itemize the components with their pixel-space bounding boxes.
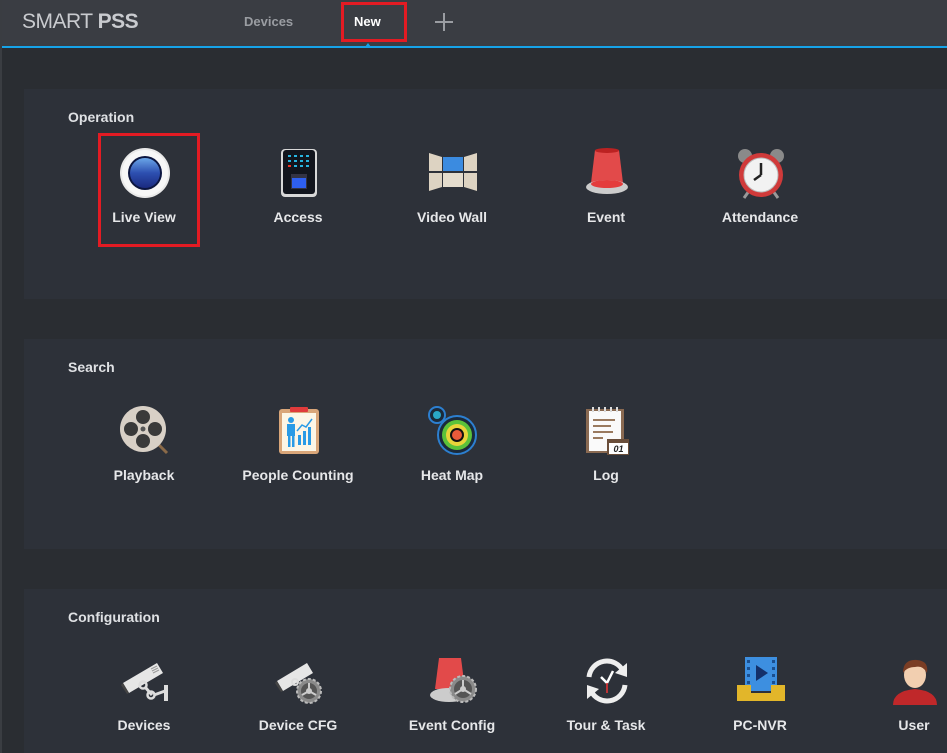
- tile-access[interactable]: Access: [228, 139, 368, 249]
- pc-nvr-icon: [737, 657, 785, 701]
- active-tab-caret: [365, 43, 371, 47]
- camera-gear-icon: [275, 663, 322, 704]
- section-title: Search: [68, 359, 115, 375]
- tile-user[interactable]: User: [844, 647, 947, 753]
- tile-label: Access: [273, 209, 323, 225]
- alarm-clock-icon: [738, 149, 784, 199]
- user-icon: [893, 659, 937, 705]
- svg-text:01: 01: [613, 444, 623, 454]
- tile-log[interactable]: 01 Log: [536, 397, 676, 507]
- top-bar: SMART PSS Devices New: [2, 0, 947, 48]
- smart-pss-window: SMART PSS Devices New Operation Live Vie…: [0, 0, 947, 753]
- tile-label: Heat Map: [420, 467, 484, 483]
- tile-event[interactable]: Event: [536, 139, 676, 249]
- video-wall-icon: [429, 153, 477, 191]
- heat-map-icon: [428, 406, 477, 455]
- tile-attendance[interactable]: Attendance: [690, 139, 830, 249]
- camera-icon: [121, 663, 168, 701]
- highlight-box-new-tab: [341, 2, 407, 42]
- tile-playback[interactable]: Playback: [74, 397, 214, 507]
- section-title: Configuration: [68, 609, 160, 625]
- tile-label: Tour & Task: [566, 717, 646, 733]
- tile-label: Event: [586, 209, 626, 225]
- tile-label: Attendance: [721, 209, 799, 225]
- tab-underline: [2, 46, 947, 48]
- tile-label: Event Config: [408, 717, 496, 733]
- tile-devices[interactable]: Devices: [74, 647, 214, 753]
- plus-icon[interactable]: [432, 10, 456, 34]
- tile-label: Playback: [113, 467, 175, 483]
- tile-label: Device CFG: [258, 717, 338, 733]
- tile-event-config[interactable]: Event Config: [382, 647, 522, 753]
- tile-device-cfg[interactable]: Device CFG: [228, 647, 368, 753]
- tile-pc-nvr[interactable]: PC-NVR: [690, 647, 830, 753]
- tile-label: Devices: [117, 717, 171, 733]
- section-search: Search Playback People Counting Heat Map…: [24, 339, 947, 549]
- tile-label: PC-NVR: [733, 717, 787, 733]
- tile-label: User: [898, 717, 930, 733]
- tile-label: Video Wall: [416, 209, 487, 225]
- log-notepad-icon: 01: [586, 407, 629, 455]
- alarm-light-icon: [586, 148, 628, 194]
- film-reel-icon: [120, 406, 169, 455]
- section-title: Operation: [68, 109, 135, 125]
- tile-label: Log: [593, 467, 619, 483]
- app-logo: SMART PSS: [22, 10, 139, 33]
- section-configuration: Configuration Devices Device CFG Event C…: [24, 589, 947, 753]
- tab-devices[interactable]: Devices: [244, 14, 293, 29]
- tile-video-wall[interactable]: Video Wall: [382, 139, 522, 249]
- tile-tour-task[interactable]: Tour & Task: [536, 647, 676, 753]
- clock-cycle-icon: [586, 658, 628, 704]
- tile-label: People Counting: [242, 467, 354, 483]
- tile-people-counting[interactable]: People Counting: [228, 397, 368, 507]
- people-counting-icon: [279, 407, 319, 454]
- alarm-gear-icon: [430, 658, 477, 703]
- tile-heat-map[interactable]: Heat Map: [382, 397, 522, 507]
- access-control-icon: [281, 149, 317, 197]
- highlight-box-live-view: [98, 133, 200, 247]
